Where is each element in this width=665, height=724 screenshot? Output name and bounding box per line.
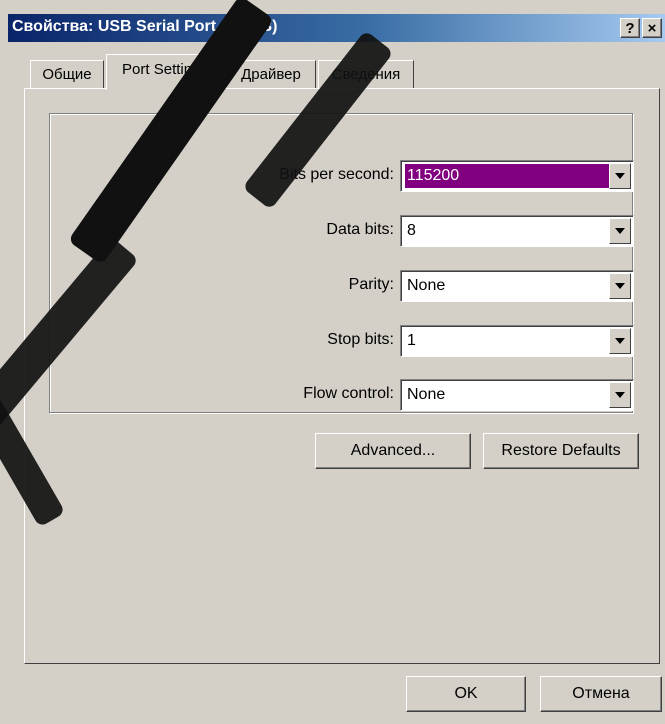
cancel-button[interactable]: Отмена: [540, 676, 662, 712]
properties-dialog: Свойства: USB Serial Port (COM3) ? × Общ…: [0, 0, 665, 724]
data-bits-value: 8: [407, 222, 416, 239]
chevron-down-icon[interactable]: [609, 382, 631, 408]
flow-control-label: Flow control:: [303, 385, 394, 402]
stop-bits-label: Stop bits:: [327, 331, 394, 348]
chevron-down-icon[interactable]: [609, 218, 631, 244]
parity-select[interactable]: None: [400, 270, 634, 302]
window-title: Свойства: USB Serial Port (COM3): [12, 18, 278, 35]
stop-bits-row: Stop bits: 1: [50, 325, 634, 359]
bits-per-second-row: Bits per second: 115200: [50, 160, 634, 194]
bits-per-second-value: 115200: [405, 164, 609, 188]
chevron-down-icon[interactable]: [609, 328, 631, 354]
tab-port-settings[interactable]: Port Settings: [106, 54, 224, 90]
stop-bits-value: 1: [407, 332, 416, 349]
chevron-down-icon[interactable]: [609, 273, 631, 299]
close-button[interactable]: ×: [642, 18, 662, 38]
help-button[interactable]: ?: [620, 18, 640, 38]
data-bits-label: Data bits:: [326, 221, 394, 238]
settings-group: Bits per second: 115200 Data bits: 8 Par…: [49, 113, 634, 413]
parity-label: Parity:: [348, 276, 394, 293]
ok-button[interactable]: OK: [406, 676, 526, 712]
parity-value: None: [407, 277, 446, 294]
bits-per-second-select[interactable]: 115200: [400, 160, 634, 192]
port-settings-panel: Bits per second: 115200 Data bits: 8 Par…: [24, 88, 660, 664]
flow-control-row: Flow control: None: [50, 379, 634, 413]
restore-defaults-button[interactable]: Restore Defaults: [483, 433, 639, 469]
title-bar[interactable]: Свойства: USB Serial Port (COM3) ? ×: [8, 14, 665, 42]
tab-general[interactable]: Общие: [30, 60, 104, 88]
flow-control-select[interactable]: None: [400, 379, 634, 411]
tab-driver[interactable]: Драйвер: [226, 60, 316, 88]
flow-control-value: None: [407, 386, 446, 403]
stop-bits-select[interactable]: 1: [400, 325, 634, 357]
data-bits-row: Data bits: 8: [50, 215, 634, 249]
tab-details[interactable]: Сведения: [318, 60, 414, 88]
bits-per-second-label: Bits per second:: [279, 166, 394, 183]
parity-row: Parity: None: [50, 270, 634, 304]
advanced-button[interactable]: Advanced...: [315, 433, 471, 469]
chevron-down-icon[interactable]: [609, 163, 631, 189]
data-bits-select[interactable]: 8: [400, 215, 634, 247]
